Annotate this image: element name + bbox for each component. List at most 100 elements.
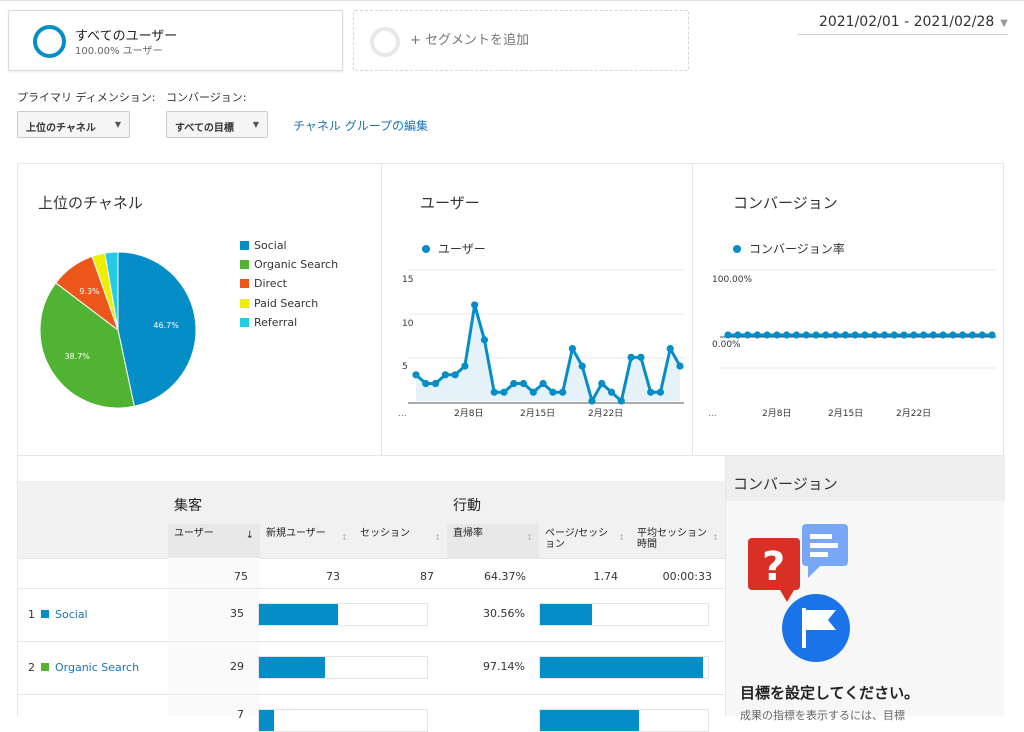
segment-all-users[interactable]: すべてのユーザー 100.00% ユーザー [8, 10, 343, 71]
col-new-users[interactable]: 新規ユーザー ↕ [266, 528, 354, 542]
row-divider [18, 588, 725, 589]
channels-title: 上位のチャネル [38, 194, 143, 212]
x-tick-label: 2月8日 [454, 408, 483, 419]
bounce-bar [539, 603, 709, 626]
conversion-dropdown[interactable]: すべての目標 ▼ [166, 111, 268, 138]
new-users-bar [258, 603, 428, 626]
x-tick-label: ... [398, 409, 407, 419]
data-point [939, 331, 947, 339]
data-point [802, 331, 810, 339]
pie-slice-label: 9.3% [79, 287, 100, 296]
users-line-chart: 15 10 5 ... 2月8日 2月15日 2月22日 [398, 269, 684, 419]
data-point [539, 379, 547, 388]
col-avg-session-duration[interactable]: 平均セッション時間 ↕ [637, 528, 725, 550]
group-behavior: 行動 [453, 498, 481, 514]
panel-divider [692, 164, 693, 455]
data-point [831, 331, 840, 339]
data-point [724, 331, 732, 339]
data-point [490, 388, 498, 396]
sort-icon: ↕ [618, 533, 625, 542]
data-point [461, 362, 469, 370]
primary-dimension-label: プライマリ ディメンション: [17, 91, 156, 104]
data-point [441, 371, 449, 379]
group-header-band [18, 481, 725, 524]
group-acquisition: 集客 [174, 498, 202, 514]
row-users: 35 [230, 607, 244, 620]
data-point [959, 331, 967, 339]
bounce-bar-fill [540, 604, 593, 625]
data-point [792, 331, 801, 339]
data-point [880, 331, 889, 339]
new-users-bar-fill [259, 657, 325, 678]
x-tick-label: 2月15日 [828, 408, 863, 419]
data-point [647, 388, 655, 396]
data-point [949, 331, 957, 339]
row-divider [18, 641, 725, 642]
data-point [812, 331, 820, 339]
table-row-organic: 2 Organic Search [28, 661, 140, 674]
data-point [900, 331, 908, 339]
new-users-bar [258, 656, 428, 679]
data-point [578, 362, 586, 370]
col-bounce-rate[interactable]: 直帰率 ↕ [453, 528, 539, 542]
y-tick-label: 10 [402, 319, 414, 329]
data-point [431, 379, 440, 388]
data-point [549, 388, 557, 396]
channels-table: 集客 行動 ユーザー ↓ 新規ユーザー ↕ セッション ↕ 直帰率 ↕ ページ/セッショ… [17, 456, 725, 732]
bounce-bar-fill [540, 710, 640, 731]
pie-slice-label: 46.7% [153, 321, 179, 330]
conversion-title: コンバージョン [733, 194, 838, 212]
empty-segment-ring-icon [370, 27, 400, 57]
chevron-down-icon: ▼ [114, 120, 121, 129]
data-point [743, 331, 752, 339]
add-segment-button[interactable]: + セグメントを追加 [353, 10, 689, 71]
bounce-bar [539, 656, 709, 679]
users-title: ユーザー [420, 194, 480, 212]
data-point [617, 397, 625, 405]
conversion-label: コンバージョン: [166, 91, 247, 104]
data-point [412, 371, 420, 379]
row-bounce: 97.14% [483, 660, 525, 673]
segment-ring-icon [33, 25, 66, 58]
data-point [871, 331, 879, 339]
data-point [822, 331, 830, 339]
edit-channel-group-link[interactable]: チャネル グループの編集 [293, 117, 428, 134]
sort-icon: ↕ [526, 533, 533, 542]
segment-subtitle: 100.00% ユーザー [75, 46, 163, 57]
conversion-value: すべての目標 [175, 123, 234, 134]
legend-social: Social [240, 239, 287, 258]
total-users: 75 [234, 570, 248, 583]
data-point [910, 331, 918, 339]
legend-direct: Direct [240, 277, 287, 296]
svg-text:?: ? [762, 544, 785, 590]
legend-organic-search: Organic Search [240, 258, 338, 277]
col-pages-per-session[interactable]: ページ/セッション ↕ [545, 528, 631, 550]
sort-icon: ↕ [434, 533, 441, 542]
primary-dimension-dropdown[interactable]: 上位のチャネル ▼ [17, 111, 130, 138]
goal-body: 成果の指標を表示するには、目標 [740, 709, 905, 722]
row-divider [18, 694, 725, 695]
date-range-selector[interactable]: 2021/02/01 - 2021/02/28 ▼ [798, 14, 1008, 35]
total-pages-per-session: 1.74 [593, 570, 619, 583]
x-tick-label: 2月8日 [762, 408, 791, 419]
channel-link-organic-search[interactable]: Organic Search [55, 661, 139, 674]
data-point [637, 353, 645, 361]
bounce-bar [539, 709, 709, 732]
data-point [666, 345, 674, 353]
col-sessions[interactable]: セッション ↕ [360, 528, 447, 542]
overview-charts-panel: 上位のチャネル 46.7% 38.7% 9.3% Social Organic Se… [17, 163, 1004, 456]
chevron-down-icon: ▼ [1000, 18, 1008, 29]
data-point [656, 388, 665, 396]
sort-icon: ↕ [341, 533, 348, 542]
data-point [480, 336, 489, 344]
channel-link-social[interactable]: Social [55, 608, 88, 621]
add-segment-label: + セグメントを追加 [410, 33, 530, 48]
sort-desc-icon: ↓ [245, 530, 254, 541]
data-point [783, 331, 791, 339]
x-tick-label: 2月15日 [520, 408, 555, 419]
col-users[interactable]: ユーザー ↓ [174, 528, 260, 541]
data-point [676, 362, 684, 370]
data-point [451, 371, 459, 379]
sort-icon: ↕ [712, 533, 719, 542]
row-bounce: 30.56% [483, 607, 525, 620]
